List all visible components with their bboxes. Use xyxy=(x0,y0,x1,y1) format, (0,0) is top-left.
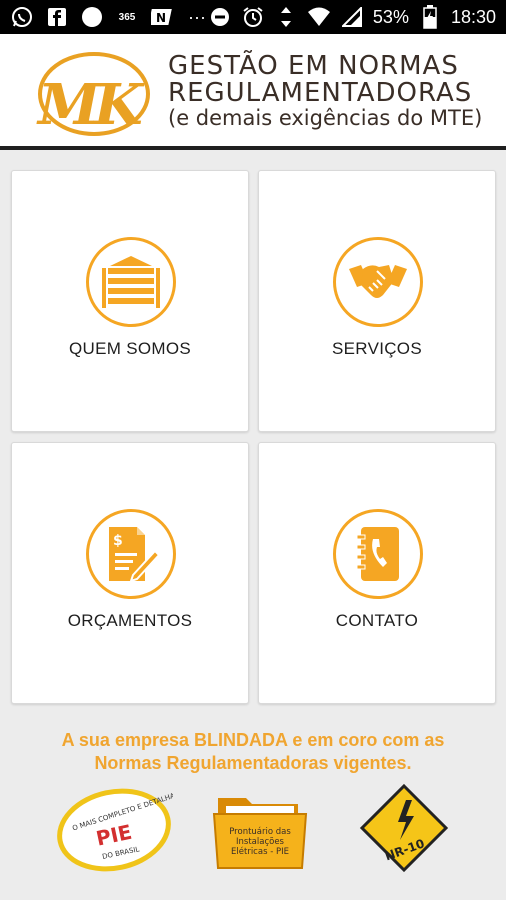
app-header: MK GESTÃO EM NORMAS REGULAMENTADORAS (e … xyxy=(0,34,506,146)
alarm-icon xyxy=(241,5,265,29)
folder-text-line2: Instalações xyxy=(236,837,285,847)
tagline: A sua empresa BLINDADA e em coro com as … xyxy=(0,729,506,775)
folder-text-line1: Prontuário das xyxy=(229,827,291,837)
mk-logo: MK xyxy=(26,44,156,149)
menu-card-contato[interactable]: CONTATO xyxy=(258,442,496,704)
do-not-disturb-icon xyxy=(208,5,232,29)
menu-label-servicos: SERVIÇOS xyxy=(332,339,422,358)
header-title-line2: REGULAMENTADORAS xyxy=(168,78,473,108)
status-icons-right: 53% 18:30 xyxy=(208,5,496,29)
header-title-line1: GESTÃO EM NORMAS xyxy=(168,51,459,81)
nfc-icon: N xyxy=(150,5,174,29)
folder-text-line3: Elétricas - PIE xyxy=(231,846,289,857)
data-arrows-icon xyxy=(274,5,298,29)
status-bar: 365 N ··· 53% 18:30 xyxy=(0,0,506,34)
pie-seal-badge[interactable]: O MAIS COMPLETO E DETALHADO PIE DO BRASI… xyxy=(55,788,187,877)
header-divider xyxy=(0,146,506,150)
menu-label-orcamentos: ORÇAMENTOS xyxy=(67,611,193,630)
nr10-warning-badge[interactable]: NR-10 xyxy=(358,782,450,879)
tagline-line1: A sua empresa BLINDADA e em coro com as xyxy=(61,730,445,750)
menu-card-orcamentos[interactable]: $ ORÇAMENTOS xyxy=(11,442,249,704)
svg-text:$: $ xyxy=(113,533,123,549)
folder-badge[interactable]: Prontuário das Instalações Elétricas - P… xyxy=(212,790,310,877)
building-icon xyxy=(86,237,176,327)
address-book-icon xyxy=(333,509,423,599)
more-icon: ··· xyxy=(188,6,206,27)
svg-text:N: N xyxy=(156,11,166,25)
header-subtitle: (e demais exigências do MTE) xyxy=(168,106,483,130)
signal-icon xyxy=(340,5,364,29)
clock: 18:30 xyxy=(450,6,496,27)
whatsapp-icon xyxy=(10,5,34,29)
menu-label-quem-somos: QUEM SOMOS xyxy=(68,339,191,358)
invoice-pencil-icon: $ xyxy=(86,509,176,599)
menu-label-contato: CONTATO xyxy=(335,611,419,630)
battery-percent: 53% xyxy=(372,6,409,27)
circle-icon xyxy=(80,5,104,29)
tagline-line2: Normas Regulamentadoras vigentes. xyxy=(94,753,412,773)
office365-icon: 365 xyxy=(118,11,136,23)
handshake-icon xyxy=(333,237,423,327)
menu-card-servicos[interactable]: SERVIÇOS xyxy=(258,170,496,432)
menu-card-quem-somos[interactable]: QUEM SOMOS xyxy=(11,170,249,432)
wifi-icon xyxy=(307,5,331,29)
facebook-icon xyxy=(45,5,69,29)
status-icons-left: 365 N ··· xyxy=(10,5,209,29)
battery-icon xyxy=(418,5,442,29)
